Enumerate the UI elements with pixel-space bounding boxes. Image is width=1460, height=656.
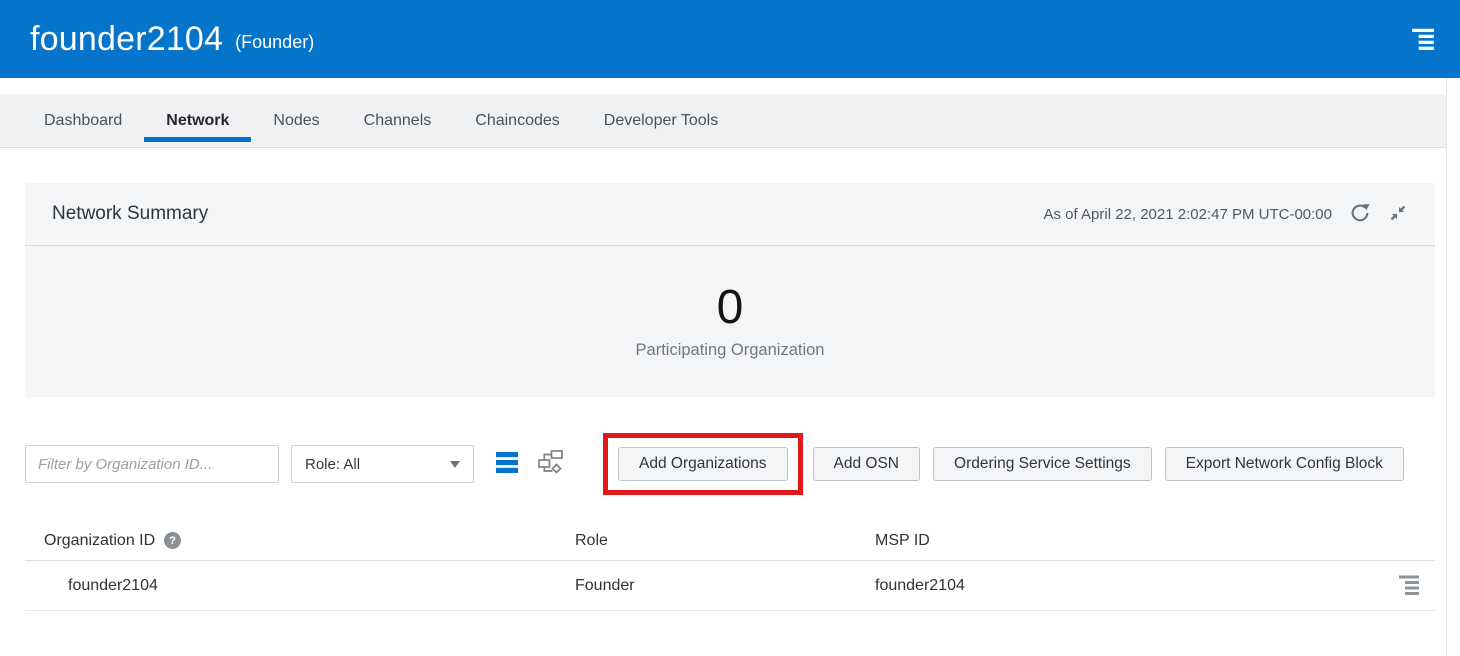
refresh-icon	[1349, 202, 1371, 227]
participating-org-count: 0	[717, 284, 744, 332]
tab-chaincodes[interactable]: Chaincodes	[453, 94, 582, 147]
table-header-row: Organization ID ? Role MSP ID	[25, 521, 1435, 561]
content-area: Dashboard Network Nodes Channels Chainco…	[0, 78, 1446, 611]
organization-filter-input[interactable]	[25, 445, 279, 483]
caret-down-icon	[450, 461, 460, 468]
column-header-organization-id: Organization ID ?	[25, 532, 575, 550]
add-osn-button[interactable]: Add OSN	[813, 447, 920, 481]
ordering-service-settings-button[interactable]: Ordering Service Settings	[933, 447, 1152, 481]
as-of-timestamp: As of April 22, 2021 2:02:47 PM UTC-00:0…	[1044, 206, 1333, 223]
add-organizations-button[interactable]: Add Organizations	[618, 447, 788, 481]
tab-developer-tools[interactable]: Developer Tools	[582, 94, 740, 147]
panel-title: Network Summary	[52, 203, 208, 225]
table-row: founder2104 Founder founder2104	[25, 561, 1435, 611]
network-summary-body: 0 Participating Organization	[25, 246, 1435, 397]
cell-role: Founder	[575, 577, 875, 595]
network-summary-panel: Network Summary As of April 22, 2021 2:0…	[25, 183, 1435, 397]
tab-channels[interactable]: Channels	[342, 94, 454, 147]
menu-icon	[1397, 572, 1421, 599]
column-header-msp-id: MSP ID	[875, 532, 1435, 550]
export-network-config-block-button[interactable]: Export Network Config Block	[1165, 447, 1404, 481]
list-view-icon	[495, 451, 519, 477]
column-header-role: Role	[575, 532, 875, 550]
tab-nodes[interactable]: Nodes	[251, 94, 341, 147]
scrollbar-track[interactable]	[1446, 78, 1460, 656]
participating-org-label: Participating Organization	[636, 341, 825, 360]
collapse-panel-button[interactable]	[1388, 203, 1408, 226]
organizations-toolbar: Role: All	[25, 431, 1435, 497]
topology-view-button[interactable]	[537, 449, 564, 479]
topology-icon	[537, 449, 564, 479]
tab-network[interactable]: Network	[144, 94, 251, 147]
cell-msp-id: founder2104	[875, 572, 1435, 599]
panel-header-actions: As of April 22, 2021 2:02:47 PM UTC-00:0…	[1044, 202, 1409, 227]
menu-icon	[1410, 25, 1436, 54]
instance-role-subtitle: (Founder)	[235, 32, 314, 53]
help-icon[interactable]: ?	[164, 532, 181, 549]
collapse-icon	[1388, 203, 1408, 226]
console-header: founder2104 (Founder)	[0, 0, 1460, 78]
role-filter-value: Role: All	[305, 456, 360, 473]
app-window: founder2104 (Founder) Dashboard Network …	[0, 0, 1460, 656]
msp-id-value: founder2104	[875, 577, 965, 595]
refresh-button[interactable]	[1349, 202, 1371, 227]
row-actions-menu-button[interactable]	[1397, 572, 1421, 599]
network-summary-header: Network Summary As of April 22, 2021 2:0…	[25, 183, 1435, 246]
tab-dashboard[interactable]: Dashboard	[22, 94, 144, 147]
organization-id-header-label: Organization ID	[44, 532, 155, 550]
header-menu-button[interactable]	[1410, 25, 1436, 54]
instance-title: founder2104	[30, 20, 223, 59]
annotation-highlight-box: Add Organizations	[603, 433, 803, 495]
organizations-table: Organization ID ? Role MSP ID founder210…	[25, 521, 1435, 611]
tab-bar: Dashboard Network Nodes Channels Chainco…	[0, 94, 1446, 148]
role-filter-select[interactable]: Role: All	[291, 445, 474, 483]
cell-organization-id: founder2104	[25, 577, 575, 595]
header-gap	[0, 78, 1446, 94]
list-view-button[interactable]	[495, 451, 519, 477]
